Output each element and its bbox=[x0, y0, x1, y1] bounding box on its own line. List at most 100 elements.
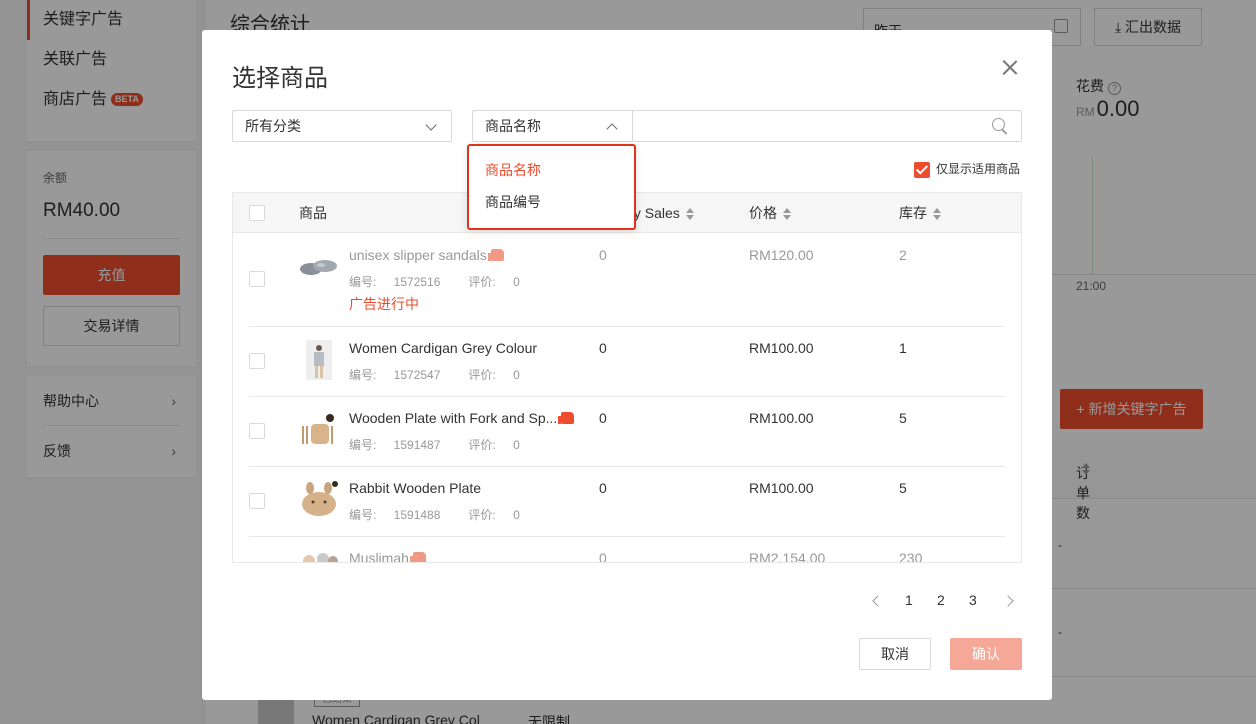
column-product: 商品 bbox=[299, 205, 327, 221]
stock: 230 bbox=[899, 550, 923, 563]
product-id-prefix: 编号: bbox=[349, 508, 380, 522]
stock: 5 bbox=[899, 410, 907, 426]
product-id-value: 1572516 bbox=[393, 275, 441, 289]
cancel-button[interactable]: 取消 bbox=[859, 638, 931, 670]
search-icon[interactable] bbox=[992, 118, 1008, 134]
table-row[interactable]: Wooden Plate with Fork and Sp... 编号: 159… bbox=[249, 397, 1005, 467]
price: RM2,154.00 bbox=[749, 550, 826, 563]
monthly-sales: 0 bbox=[599, 410, 607, 426]
page-3[interactable]: 3 bbox=[969, 592, 977, 608]
thumbs-up-icon bbox=[409, 552, 426, 562]
page-1[interactable]: 1 bbox=[905, 592, 913, 608]
monthly-sales: 0 bbox=[599, 247, 607, 263]
sort-icon[interactable] bbox=[783, 208, 791, 221]
product-table: 商品 hly Sales 价格 库存 unisex slipper sandal… bbox=[232, 192, 1022, 563]
product-thumbnail bbox=[303, 553, 338, 562]
product-rating: 评价: 0 bbox=[468, 508, 533, 522]
only-applicable-label: 仅显示适用商品 bbox=[936, 162, 1021, 176]
table-row[interactable]: unisex slipper sandals 编号: 1572516 评价: 0 … bbox=[249, 233, 1005, 327]
stock: 5 bbox=[899, 480, 907, 496]
price: RM120.00 bbox=[749, 247, 814, 263]
product-id-value: 1572547 bbox=[393, 368, 441, 382]
table-row[interactable]: Muslimah 0 RM2,154.00 230 bbox=[249, 537, 1005, 563]
confirm-button[interactable]: 确认 bbox=[950, 638, 1022, 670]
product-id: 编号: 1572547 bbox=[349, 368, 454, 382]
chevron-down-icon bbox=[425, 119, 437, 131]
search-field-dropdown: 商品名称 商品编号 bbox=[467, 144, 636, 230]
sort-icon[interactable] bbox=[933, 208, 941, 221]
product-thumbnail bbox=[300, 260, 337, 275]
product-id-prefix: 编号: bbox=[349, 368, 380, 382]
product-rating: 评价: 0 bbox=[468, 438, 533, 452]
row-checkbox[interactable] bbox=[249, 271, 265, 287]
stock: 1 bbox=[899, 340, 907, 356]
chevron-right-icon[interactable] bbox=[1002, 595, 1014, 607]
product-name-text: unisex slipper sandals bbox=[349, 247, 487, 263]
thumbs-up-icon bbox=[558, 412, 575, 424]
product-rating: 评价: 0 bbox=[468, 368, 533, 382]
product-id-prefix: 编号: bbox=[349, 438, 380, 452]
search-field-select[interactable]: 商品名称 bbox=[472, 110, 633, 142]
monthly-sales: 0 bbox=[599, 550, 607, 563]
row-checkbox[interactable] bbox=[249, 423, 265, 439]
product-rating-prefix: 评价: bbox=[468, 275, 500, 289]
monthly-sales: 0 bbox=[599, 480, 607, 496]
product-name: Wooden Plate with Fork and Sp... bbox=[349, 410, 575, 426]
product-id-value: 1591487 bbox=[393, 438, 441, 452]
price: RM100.00 bbox=[749, 340, 814, 356]
stock: 2 bbox=[899, 247, 907, 263]
product-id: 编号: 1591488 bbox=[349, 508, 454, 522]
search-field-value: 商品名称 bbox=[485, 118, 541, 134]
row-checkbox[interactable] bbox=[249, 353, 265, 369]
column-stock-label: 库存 bbox=[899, 205, 927, 221]
product-rating-prefix: 评价: bbox=[468, 438, 500, 452]
ad-running-status: 广告进行中 bbox=[349, 296, 419, 312]
page-2[interactable]: 2 bbox=[937, 592, 945, 608]
checkbox-checked-icon[interactable] bbox=[914, 161, 930, 178]
thumbs-up-icon bbox=[487, 249, 504, 261]
row-checkbox[interactable] bbox=[249, 493, 265, 509]
product-rating: 评价: 0 bbox=[468, 275, 533, 289]
close-icon[interactable] bbox=[1000, 57, 1020, 77]
table-row[interactable]: Women Cardigan Grey Colour 编号: 1572547 评价… bbox=[249, 327, 1005, 397]
product-name: Rabbit Wooden Plate bbox=[349, 480, 482, 496]
monthly-sales: 0 bbox=[599, 340, 607, 356]
column-price-label: 价格 bbox=[749, 205, 777, 221]
product-id-value: 1591488 bbox=[393, 508, 441, 522]
product-name-text: Muslimah bbox=[349, 550, 409, 563]
category-select[interactable]: 所有分类 bbox=[232, 110, 452, 142]
product-name-text: Wooden Plate with Fork and Sp... bbox=[349, 410, 558, 426]
price: RM100.00 bbox=[749, 480, 814, 496]
product-thumbnail bbox=[306, 340, 332, 380]
price: RM100.00 bbox=[749, 410, 814, 426]
product-id: 编号: 1591487 bbox=[349, 438, 454, 452]
product-rating-prefix: 评价: bbox=[468, 508, 500, 522]
select-all-checkbox[interactable] bbox=[249, 205, 265, 221]
column-stock[interactable]: 库存 bbox=[899, 193, 941, 233]
product-meta: 编号: 1591487 评价: 0 bbox=[349, 436, 548, 453]
dropdown-option-product-id[interactable]: 商品编号 bbox=[469, 186, 634, 218]
product-name: Women Cardigan Grey Colour bbox=[349, 340, 538, 356]
product-id-prefix: 编号: bbox=[349, 275, 380, 289]
product-id: 编号: 1572516 bbox=[349, 275, 454, 289]
category-select-value: 所有分类 bbox=[245, 118, 301, 134]
search-input[interactable] bbox=[632, 110, 1022, 142]
chevron-left-icon[interactable] bbox=[872, 595, 884, 607]
product-rating-value: 0 bbox=[513, 275, 520, 289]
product-thumbnail bbox=[302, 481, 338, 516]
product-rating-prefix: 评价: bbox=[468, 368, 500, 382]
product-name: unisex slipper sandals bbox=[349, 247, 504, 263]
dropdown-option-product-name[interactable]: 商品名称 bbox=[469, 154, 634, 186]
product-rating-value: 0 bbox=[513, 368, 520, 382]
chevron-up-icon bbox=[606, 123, 618, 135]
column-price[interactable]: 价格 bbox=[749, 193, 791, 233]
product-meta: 编号: 1572516 评价: 0 bbox=[349, 273, 548, 290]
only-applicable-toggle[interactable]: 仅显示适用商品 bbox=[914, 161, 1020, 178]
sort-icon[interactable] bbox=[685, 208, 694, 221]
product-name: Muslimah bbox=[349, 550, 426, 563]
product-rating-value: 0 bbox=[513, 508, 520, 522]
product-rating-value: 0 bbox=[513, 438, 520, 452]
product-meta: 编号: 1591488 评价: 0 bbox=[349, 506, 548, 523]
table-row[interactable]: Rabbit Wooden Plate 编号: 1591488 评价: 0 0 R… bbox=[249, 467, 1005, 537]
product-meta: 编号: 1572547 评价: 0 bbox=[349, 366, 548, 383]
